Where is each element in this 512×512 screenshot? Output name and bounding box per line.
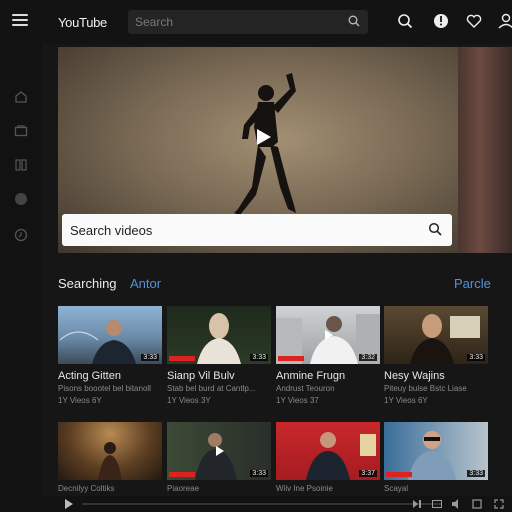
search-icon[interactable] — [348, 15, 360, 27]
duration-badge: 3:37 — [359, 470, 377, 477]
video-views: 1Y Vieos 3Y — [167, 396, 211, 405]
duration-badge: 3:33 — [250, 354, 268, 361]
video-card[interactable]: 3:33 Nesy Wajins Piteuy bulse Bstc Liase… — [384, 306, 488, 406]
video-card[interactable]: 3:37 Wiiv Ine Psoinie — [276, 422, 380, 494]
video-title[interactable]: Decnilyy Coltiks — [58, 484, 114, 493]
video-thumbnail[interactable]: 3:33 — [384, 306, 488, 364]
video-card[interactable]: 3:33 Scayal — [384, 422, 488, 494]
library-icon[interactable] — [14, 158, 28, 172]
video-meta: Stab bel burd at Cantlp... — [167, 384, 256, 393]
search-icon[interactable] — [428, 222, 442, 236]
video-search-text: Search videos — [70, 223, 153, 238]
circle-icon[interactable] — [14, 192, 28, 206]
video-thumbnail[interactable]: 3:33 — [384, 422, 488, 480]
captions-icon[interactable] — [432, 499, 442, 509]
live-badge — [386, 472, 412, 477]
play-icon[interactable] — [245, 125, 279, 149]
side-banner — [458, 47, 512, 253]
video-search-input[interactable]: Search videos — [62, 214, 452, 246]
video-views: 1Y Vieos 37 — [276, 396, 319, 405]
video-thumbnail[interactable]: 3:33 — [58, 306, 162, 364]
video-meta: Piteuy bulse Bstc Liase — [384, 384, 467, 393]
video-thumbnail[interactable]: 3:33 — [167, 422, 271, 480]
video-title[interactable]: Sianp Vil Bulv — [167, 370, 235, 382]
skip-icon[interactable] — [412, 499, 422, 509]
video-title[interactable]: Nesy Wajins — [384, 370, 445, 382]
duration-badge: 3:33 — [467, 354, 485, 361]
video-thumbnail[interactable]: 3:32 — [276, 306, 380, 364]
video-card[interactable]: 3:33 Sianp Vil Bulv Stab bel burd at Can… — [167, 306, 271, 406]
duration-badge: 3:33 — [250, 470, 268, 477]
menu-icon[interactable] — [12, 14, 30, 28]
video-title[interactable]: Anmine Frugn — [276, 370, 345, 382]
play-icon[interactable] — [321, 329, 335, 341]
video-views: 1Y Vieos 6Y — [58, 396, 102, 405]
home-icon[interactable] — [14, 90, 28, 104]
play-icon[interactable] — [64, 499, 74, 509]
heart-icon[interactable] — [465, 12, 483, 30]
subscriptions-icon[interactable] — [14, 124, 28, 138]
section-right-link[interactable]: Parcle — [454, 276, 491, 291]
settings-icon[interactable] — [472, 499, 482, 509]
notification-icon[interactable] — [432, 12, 450, 30]
search-placeholder: Search — [135, 15, 174, 29]
live-badge — [169, 356, 195, 361]
video-thumbnail[interactable]: 3:33 — [167, 306, 271, 364]
video-thumbnail[interactable] — [58, 422, 162, 480]
person-figure — [98, 442, 122, 480]
progress-bar[interactable] — [82, 503, 442, 505]
fullscreen-icon[interactable] — [494, 499, 504, 509]
video-thumbnail[interactable]: 3:37 — [276, 422, 380, 480]
sidebar — [0, 44, 42, 512]
live-badge — [169, 472, 195, 477]
video-title[interactable]: Piaoreae — [167, 484, 199, 493]
section-title: Searching — [58, 276, 117, 291]
video-card[interactable]: 3:33 Piaoreae — [167, 422, 271, 494]
volume-icon[interactable] — [452, 499, 462, 509]
player-bar — [42, 496, 512, 512]
play-icon[interactable] — [212, 445, 226, 457]
top-bar: YouTube Search — [0, 0, 512, 44]
user-icon[interactable] — [498, 12, 512, 30]
video-card[interactable]: 3:33 Acting Gitten Pisons boootel bel bi… — [58, 306, 162, 406]
history-icon[interactable] — [14, 228, 28, 242]
search-input[interactable]: Search — [128, 10, 368, 34]
duration-badge: 3:32 — [359, 354, 377, 361]
section-alt-link[interactable]: Antor — [130, 276, 161, 291]
video-meta: Pisons boootel bel bitanoll — [58, 384, 151, 393]
video-views: 1Y Vieos 6Y — [384, 396, 428, 405]
logo[interactable]: YouTube — [58, 15, 107, 30]
video-title[interactable]: Scayal — [384, 484, 408, 493]
search-icon[interactable] — [396, 12, 414, 30]
video-title[interactable]: Wiiv Ine Psoinie — [276, 484, 333, 493]
video-meta: Andrust Teouron — [276, 384, 335, 393]
live-badge — [278, 356, 304, 361]
video-title[interactable]: Acting Gitten — [58, 370, 121, 382]
duration-badge: 3:33 — [141, 354, 159, 361]
duration-badge: 3:33 — [467, 470, 485, 477]
video-card[interactable]: 3:32 Anmine Frugn Andrust Teouron 1Y Vie… — [276, 306, 380, 406]
video-card[interactable]: Decnilyy Coltiks — [58, 422, 162, 494]
